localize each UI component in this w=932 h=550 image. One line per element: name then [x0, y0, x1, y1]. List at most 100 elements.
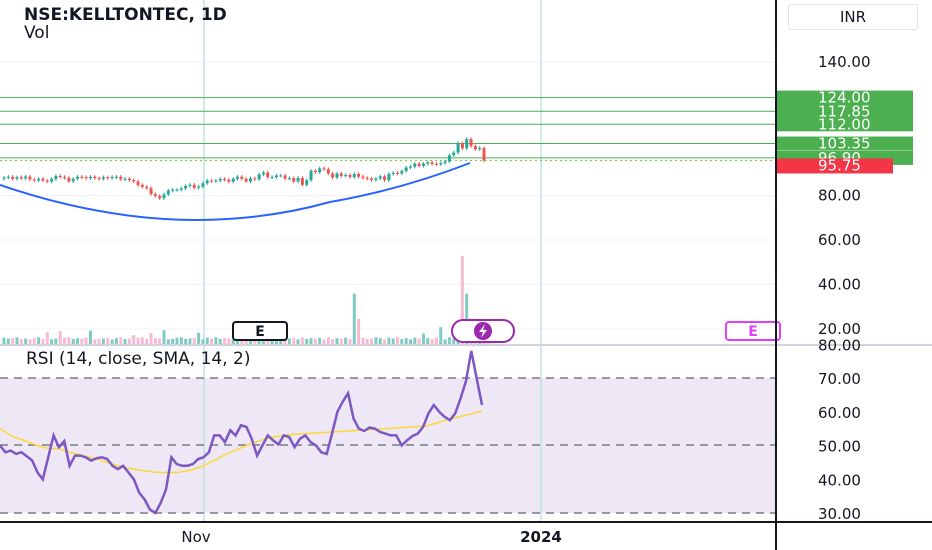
earnings-marker-2[interactable]: E [725, 321, 781, 341]
volume-bar [292, 337, 296, 344]
candle-body [114, 176, 118, 178]
volume-bar [110, 339, 114, 344]
candle-body [413, 163, 417, 167]
volume-bar [93, 339, 97, 344]
earnings-marker-2-label: E [748, 324, 758, 340]
volume-bar [58, 330, 62, 344]
volume-bar [153, 338, 157, 344]
volume-bar [378, 338, 382, 344]
candle-body [110, 177, 114, 179]
candle-body [37, 178, 41, 181]
candle-body [80, 176, 84, 178]
volume-bar [101, 338, 105, 344]
volume-bar [88, 330, 92, 344]
candle-body [452, 152, 456, 156]
candle-body [426, 162, 430, 164]
volume-bar [400, 338, 404, 344]
volume-label[interactable]: Vol [24, 23, 49, 43]
volume-bar [352, 293, 356, 344]
candle-body [15, 177, 19, 179]
candle-body [296, 177, 300, 182]
volume-bar [210, 338, 214, 344]
volume-bar [387, 337, 391, 344]
volume-bar [158, 338, 162, 344]
candle-body [283, 175, 287, 179]
candle-body [257, 174, 261, 180]
current-price-tag-label: 95.75 [818, 156, 861, 174]
candle-body [101, 177, 105, 179]
candle-body [460, 143, 464, 149]
candle-body [266, 172, 270, 178]
candle-body [305, 180, 309, 185]
rsi-tick-label: 40.00 [818, 471, 861, 489]
candle-body [244, 178, 248, 182]
rsi-label[interactable]: RSI (14, close, SMA, 14, 2) [26, 349, 250, 369]
candle-body [430, 162, 434, 164]
candle-body [179, 188, 183, 190]
candle-body [253, 178, 257, 180]
candle-body [287, 178, 291, 180]
volume-bar [71, 338, 75, 344]
volume-bar [54, 338, 58, 344]
symbol-title[interactable]: NSE:KELLTONTEC, 1D [24, 5, 227, 25]
candle-body [63, 177, 67, 179]
rsi-tick-label: 80.00 [818, 336, 861, 354]
candle-body [54, 175, 58, 180]
candle-body [335, 173, 339, 178]
chart-canvas: E E 140.0080.0060.0040.0020.00 124.00117… [0, 0, 932, 550]
volume-bar [439, 327, 443, 344]
candle-body [136, 181, 140, 186]
candle-body [400, 171, 404, 174]
candle-body [478, 148, 482, 150]
volume-bar [313, 338, 317, 344]
candle-body [421, 163, 425, 166]
candle-body [123, 178, 127, 180]
candle-body [370, 178, 374, 180]
candle-body [192, 184, 196, 188]
volume-bar [15, 337, 19, 344]
volume-bar [227, 338, 231, 344]
earnings-marker-1[interactable]: E [232, 321, 288, 341]
volume-bar [41, 338, 45, 344]
volume-bar [80, 338, 84, 344]
x-axis-label-nov: Nov [181, 528, 210, 546]
candle-body [270, 177, 274, 179]
candle-body [231, 178, 235, 182]
candle-body [227, 179, 231, 182]
volume-bar [447, 337, 451, 344]
candle-body [149, 188, 153, 195]
candle-body [465, 138, 469, 149]
candle-body [214, 180, 218, 182]
currency-selector[interactable]: INR [788, 4, 918, 30]
volume-bar [175, 337, 179, 344]
volume-bar [300, 337, 304, 344]
candle-body [184, 185, 188, 189]
candle-body [175, 189, 179, 191]
candle-body [162, 194, 166, 199]
volume-bar [348, 338, 352, 344]
volume-bar [365, 338, 369, 344]
volume-bar [434, 337, 438, 344]
volume-bar [326, 337, 330, 344]
volume-bar [361, 337, 365, 344]
volume-bar [145, 338, 149, 344]
candle-body [45, 180, 49, 182]
rsi-axis-labels: 80.00 70.00 60.00 50.00 40.00 30.00 [818, 336, 861, 523]
candle-body [391, 172, 395, 174]
volume-bar [417, 338, 421, 344]
rsi-tick-label: 50.00 [818, 438, 861, 456]
candle-body [11, 176, 15, 179]
lightning-event-marker[interactable] [451, 319, 515, 343]
volume-bar [32, 338, 36, 344]
candle-body [19, 177, 23, 179]
candle-body [309, 170, 313, 181]
volume-bar [140, 337, 144, 344]
candle-body [374, 178, 378, 180]
volume-bar [413, 337, 417, 344]
candle-body [32, 179, 36, 181]
volume-bar [421, 333, 425, 344]
volume-bar [408, 339, 412, 344]
volume-bar [114, 338, 118, 344]
candle-body [322, 168, 326, 170]
candle-body [261, 172, 265, 175]
